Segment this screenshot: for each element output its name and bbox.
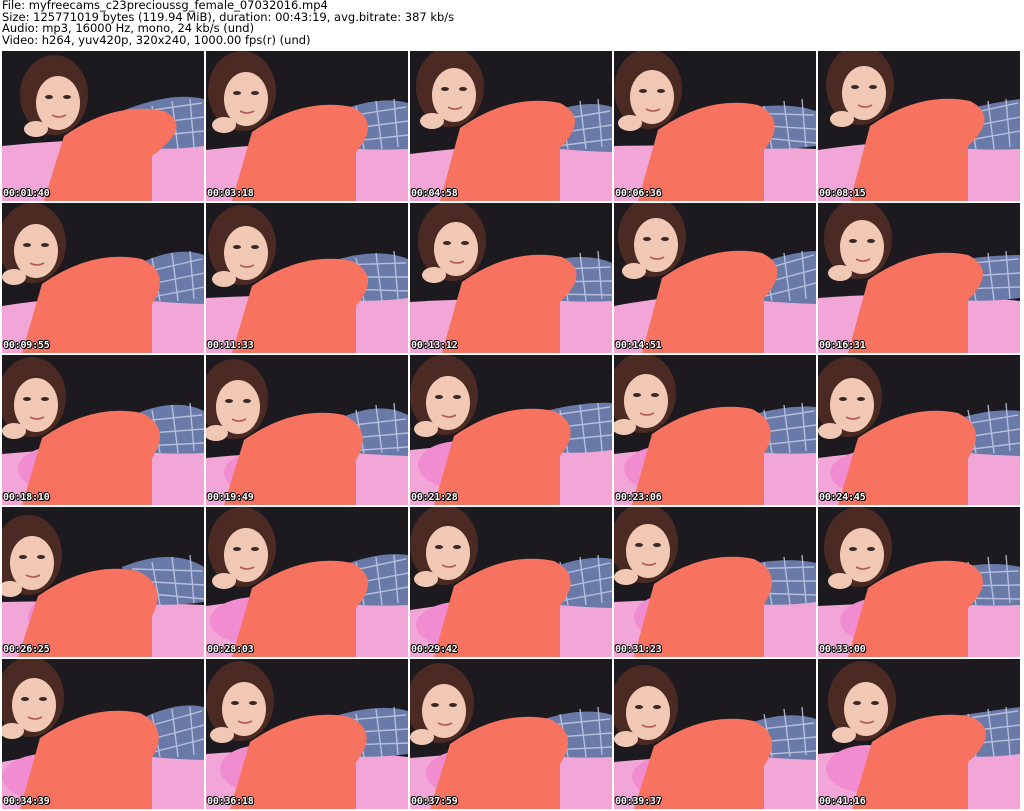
video-frame-thumbnail: 00:01:40 bbox=[2, 51, 204, 201]
frame-timestamp: 00:09:55 bbox=[3, 340, 50, 351]
video-frame-thumbnail: 00:09:55 bbox=[2, 203, 204, 353]
frame-image bbox=[2, 507, 204, 657]
frame-timestamp: 00:39:37 bbox=[615, 796, 662, 807]
video-frame-thumbnail: 00:31:23 bbox=[614, 507, 816, 657]
frame-timestamp: 00:29:42 bbox=[411, 644, 458, 655]
video-info-line: Video: h264, yuv420p, 320x240, 1000.00 f… bbox=[2, 32, 311, 47]
video-frame-thumbnail: 00:24:45 bbox=[818, 355, 1020, 505]
frame-timestamp: 00:24:45 bbox=[819, 492, 866, 503]
frame-image bbox=[818, 355, 1020, 505]
frame-image bbox=[2, 203, 204, 353]
frame-image bbox=[2, 659, 204, 809]
frame-timestamp: 00:13:12 bbox=[411, 340, 458, 351]
frame-image bbox=[614, 507, 816, 657]
frame-image bbox=[410, 659, 612, 809]
frame-timestamp: 00:19:49 bbox=[207, 492, 254, 503]
video-frame-thumbnail: 00:23:06 bbox=[614, 355, 816, 505]
frame-image bbox=[818, 659, 1020, 809]
frame-timestamp: 00:01:40 bbox=[3, 188, 50, 199]
frame-timestamp: 00:41:16 bbox=[819, 796, 866, 807]
frame-image bbox=[206, 51, 408, 201]
video-frame-thumbnail: 00:08:15 bbox=[818, 51, 1020, 201]
video-frame-thumbnail: 00:33:00 bbox=[818, 507, 1020, 657]
frame-timestamp: 00:34:39 bbox=[3, 796, 50, 807]
frame-image bbox=[206, 203, 408, 353]
frame-image bbox=[206, 659, 408, 809]
video-frame-thumbnail: 00:29:42 bbox=[410, 507, 612, 657]
frame-image bbox=[2, 51, 204, 201]
frame-image bbox=[206, 507, 408, 657]
frame-image bbox=[614, 51, 816, 201]
video-frame-thumbnail: 00:28:03 bbox=[206, 507, 408, 657]
video-frame-thumbnail: 00:04:58 bbox=[410, 51, 612, 201]
frame-image bbox=[818, 51, 1020, 201]
frame-timestamp: 00:21:28 bbox=[411, 492, 458, 503]
frame-image bbox=[410, 51, 612, 201]
video-frame-thumbnail: 00:39:37 bbox=[614, 659, 816, 809]
frame-image bbox=[818, 203, 1020, 353]
frame-image bbox=[614, 659, 816, 809]
frame-timestamp: 00:26:25 bbox=[3, 644, 50, 655]
video-frame-thumbnail: 00:13:12 bbox=[410, 203, 612, 353]
frame-timestamp: 00:31:23 bbox=[615, 644, 662, 655]
frame-timestamp: 00:14:51 bbox=[615, 340, 662, 351]
frame-timestamp: 00:03:18 bbox=[207, 188, 254, 199]
frame-image bbox=[410, 355, 612, 505]
video-frame-thumbnail: 00:41:16 bbox=[818, 659, 1020, 809]
video-frame-thumbnail: 00:34:39 bbox=[2, 659, 204, 809]
frame-timestamp: 00:18:10 bbox=[3, 492, 50, 503]
frame-timestamp: 00:28:03 bbox=[207, 644, 254, 655]
frame-image bbox=[818, 507, 1020, 657]
video-frame-thumbnail: 00:11:33 bbox=[206, 203, 408, 353]
file-info-header: File: myfreecams_c23precioussg_female_07… bbox=[0, 0, 1024, 50]
frame-timestamp: 00:36:18 bbox=[207, 796, 254, 807]
frame-image bbox=[410, 507, 612, 657]
frame-timestamp: 00:04:58 bbox=[411, 188, 458, 199]
video-frame-thumbnail: 00:03:18 bbox=[206, 51, 408, 201]
frame-image bbox=[614, 203, 816, 353]
video-frame-thumbnail: 00:18:10 bbox=[2, 355, 204, 505]
frame-timestamp: 00:06:36 bbox=[615, 188, 662, 199]
frame-timestamp: 00:16:31 bbox=[819, 340, 866, 351]
video-frame-thumbnail: 00:19:49 bbox=[206, 355, 408, 505]
video-frame-thumbnail: 00:14:51 bbox=[614, 203, 816, 353]
frame-image bbox=[410, 203, 612, 353]
video-frame-thumbnail: 00:06:36 bbox=[614, 51, 816, 201]
thumbnail-grid: 00:01:40 00:03:18 00:04:58 00:06:36 00:08:15… bbox=[2, 51, 1024, 811]
video-frame-thumbnail: 00:36:18 bbox=[206, 659, 408, 809]
frame-timestamp: 00:11:33 bbox=[207, 340, 254, 351]
frame-timestamp: 00:08:15 bbox=[819, 188, 866, 199]
video-frame-thumbnail: 00:26:25 bbox=[2, 507, 204, 657]
frame-timestamp: 00:23:06 bbox=[615, 492, 662, 503]
video-frame-thumbnail: 00:16:31 bbox=[818, 203, 1020, 353]
frame-image bbox=[206, 355, 408, 505]
frame-image bbox=[2, 355, 204, 505]
frame-image bbox=[614, 355, 816, 505]
video-frame-thumbnail: 00:37:59 bbox=[410, 659, 612, 809]
video-frame-thumbnail: 00:21:28 bbox=[410, 355, 612, 505]
frame-timestamp: 00:37:59 bbox=[411, 796, 458, 807]
frame-timestamp: 00:33:00 bbox=[819, 644, 866, 655]
